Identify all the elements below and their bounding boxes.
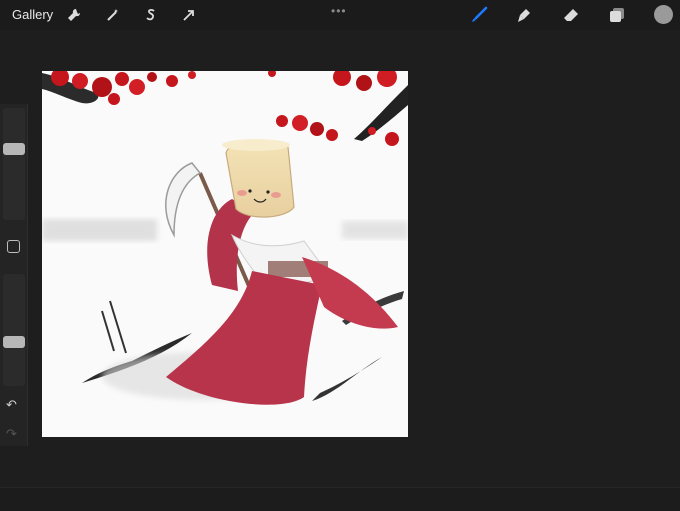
- modifier-square-button[interactable]: [7, 240, 20, 253]
- brush-icon[interactable]: [470, 6, 488, 24]
- drawing-canvas[interactable]: [42, 67, 408, 437]
- gallery-button[interactable]: Gallery: [12, 7, 53, 22]
- redo-button[interactable]: ↷: [6, 426, 17, 442]
- wrench-icon[interactable]: [65, 6, 83, 24]
- transform-arrow-icon[interactable]: [180, 6, 198, 24]
- left-sidebar: ↶ ↷: [0, 104, 28, 446]
- bottom-strip: [0, 487, 680, 511]
- watercolor-illustration: [42, 67, 408, 405]
- brush-size-thumb[interactable]: [3, 143, 25, 155]
- color-picker-swatch[interactable]: [654, 5, 673, 24]
- brush-size-slider[interactable]: [3, 108, 25, 220]
- selection-s-icon[interactable]: [142, 6, 160, 24]
- smudge-icon[interactable]: [515, 6, 533, 24]
- magic-wand-icon[interactable]: [104, 6, 122, 24]
- opacity-slider[interactable]: [3, 274, 25, 386]
- top-toolbar: Gallery •••: [0, 0, 680, 30]
- more-options-icon[interactable]: •••: [331, 4, 347, 18]
- eraser-icon[interactable]: [562, 6, 580, 24]
- opacity-thumb[interactable]: [3, 336, 25, 348]
- layers-icon[interactable]: [608, 6, 626, 24]
- undo-button[interactable]: ↶: [6, 397, 17, 413]
